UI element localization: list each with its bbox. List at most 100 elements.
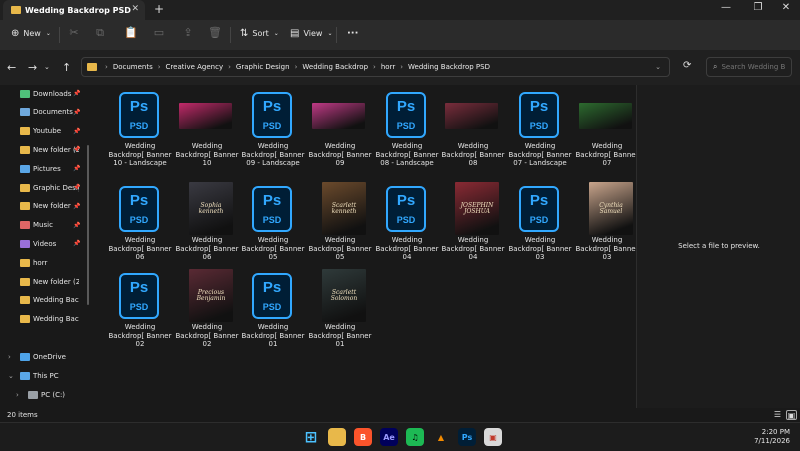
taskbar-spotify-icon[interactable]: ♫ (406, 428, 424, 446)
tab-wedding-backdrop-psd[interactable]: Wedding Backdrop PSD ✕ (3, 0, 145, 20)
clock-time: 2:20 PM (761, 428, 790, 436)
psd-file-item[interactable]: Ps PSD Wedding Backdrop[ Banner 06 (107, 182, 172, 268)
view-button[interactable]: ▤ View ⌄ (290, 28, 332, 39)
search-box[interactable]: ⌕ (706, 57, 792, 77)
sort-button[interactable]: ⇅ Sort ⌄ (240, 28, 279, 39)
image-file-item[interactable]: Scarlett Solomon Wedding Backdrop[ Banner… (307, 269, 372, 355)
image-file-item[interactable]: JOSEPHIN JOSHUA Wedding Backdrop[ Banner … (440, 182, 505, 268)
breadcrumb-horr[interactable]: horr (381, 63, 395, 71)
sidebar-item-videos[interactable]: Videos 📌 (0, 235, 90, 252)
sidebar-item-new-folder-2[interactable]: New folder (2) (0, 273, 90, 290)
image-file-item[interactable]: Wedding Backdrop[ Banner 10 (174, 88, 239, 174)
paste-icon[interactable]: 📋 (124, 26, 138, 40)
expand-chevron-icon[interactable]: ⌄ (8, 372, 14, 380)
new-tab-button[interactable]: + (154, 2, 164, 16)
chevron-down-icon[interactable]: ⌄ (655, 63, 661, 71)
sidebar-item-wedding-backdrop[interactable]: Wedding Backdrop (0, 292, 90, 309)
sidebar-item-onedrive[interactable]: › OneDrive (0, 348, 90, 365)
ps-mark: Ps (396, 192, 416, 209)
image-thumbnail: Scarlett Solomon (322, 269, 366, 322)
large-icons-view-icon[interactable]: ▣ (786, 410, 797, 420)
image-file-item[interactable]: Wedding Backdrop[ Banner 08 (440, 88, 505, 174)
new-label: New (23, 29, 41, 38)
psd-file-item[interactable]: Ps PSD Wedding Backdrop[ Banner 07 - Lands… (507, 88, 572, 174)
sidebar-item-this-pc[interactable]: ⌄ This PC (0, 367, 90, 384)
taskbar-file-explorer-icon[interactable] (328, 428, 346, 446)
breadcrumb-separator-icon: › (294, 63, 298, 71)
back-arrow-icon[interactable]: ← (7, 61, 16, 74)
breadcrumb-separator-icon: › (228, 63, 231, 71)
breadcrumb-documents[interactable]: Documents (113, 63, 153, 71)
breadcrumb-creative-agency[interactable]: Creative Agency (166, 63, 224, 71)
sidebar-item-new-folder[interactable]: New folder 📌 (0, 198, 90, 215)
image-file-item[interactable]: Wedding Backdrop[ Banner 09 (307, 88, 372, 174)
sidebar-item-documents[interactable]: Documents 📌 (0, 104, 90, 121)
psd-file-item[interactable]: Ps PSD Wedding Backdrop[ Banner 10 - Lands… (107, 88, 172, 174)
breadcrumb-graphic-design[interactable]: Graphic Design (236, 63, 290, 71)
image-file-item[interactable]: Cynthia Samuel Wedding Backdrop[ Banner 0… (574, 182, 639, 268)
taskbar-after-effects-icon[interactable]: Ae (380, 428, 398, 446)
taskbar-vlc-icon[interactable]: ▲ (432, 428, 450, 446)
rename-icon[interactable]: ▭ (152, 26, 166, 40)
expand-chevron-icon[interactable]: › (16, 391, 19, 399)
photoshop-file-icon: Ps PSD (252, 273, 292, 319)
maximize-button[interactable]: ❐ (748, 2, 768, 13)
refresh-icon[interactable]: ⟳ (683, 60, 691, 71)
new-button[interactable]: ⊕ New ⌄ (11, 28, 51, 39)
clock[interactable]: 2:20 PM 7/11/2026 (754, 428, 790, 446)
sidebar-item-horr[interactable]: horr (0, 254, 90, 271)
psd-file-item[interactable]: Ps PSD Wedding Backdrop[ Banner 03 (507, 182, 572, 268)
copy-icon[interactable]: ⧉ (93, 26, 107, 40)
cut-icon[interactable]: ✂ (67, 26, 81, 40)
pin-icon: 📌 (73, 90, 81, 97)
minimize-button[interactable]: — (716, 2, 736, 13)
psd-file-item[interactable]: Ps PSD Wedding Backdrop[ Banner 02 (107, 269, 172, 355)
image-thumbnail: Cynthia Samuel (589, 182, 633, 235)
photoshop-file-icon: Ps PSD (519, 92, 559, 138)
sidebar-item-graphic-design[interactable]: Graphic Design📌 (0, 179, 90, 196)
sidebar-item-wedding-backdrop[interactable]: Wedding Backdrop (0, 311, 90, 328)
sidebar-item-pc-drive[interactable]: › PC (C:) (0, 386, 90, 403)
search-input[interactable] (721, 63, 786, 71)
psd-file-item[interactable]: Ps PSD Wedding Backdrop[ Banner 09 - Lands… (240, 88, 305, 174)
taskbar-photoshop-icon[interactable]: Ps (458, 428, 476, 446)
share-icon[interactable]: ⇪ (181, 26, 195, 40)
folder-icon (20, 202, 30, 211)
psd-file-item[interactable]: Ps PSD Wedding Backdrop[ Banner 04 (374, 182, 439, 268)
file-list: Ps PSD Wedding Backdrop[ Banner 10 - Lands… (93, 85, 639, 408)
image-file-item[interactable]: Precious Benjamin Wedding Backdrop[ Banne… (174, 269, 239, 355)
close-tab-icon[interactable]: ✕ (131, 4, 139, 14)
details-view-icon[interactable]: ☰ (772, 410, 783, 420)
sidebar-item-music[interactable]: Music 📌 (0, 217, 90, 234)
more-options-button[interactable]: ··· (347, 28, 358, 39)
psd-file-item[interactable]: Ps PSD Wedding Backdrop[ Banner 08 - Lands… (374, 88, 439, 174)
sort-label: Sort (252, 29, 269, 38)
sidebar-item-new-folder-2[interactable]: New folder (2) 📌 (0, 141, 90, 158)
taskbar-windows-start-icon[interactable]: ⊞ (302, 428, 320, 446)
psd-file-item[interactable]: Ps PSD Wedding Backdrop[ Banner 01 (240, 269, 305, 355)
address-bar[interactable]: › Documents › Creative Agency › Graphic … (81, 57, 670, 77)
image-file-item[interactable]: Wedding Backdrop[ Banner 07 (574, 88, 639, 174)
sidebar-item-youtube[interactable]: Youtube 📌 (0, 123, 90, 140)
recent-chevron-icon[interactable]: ⌄ (44, 63, 50, 71)
psd-file-item[interactable]: Ps PSD Wedding Backdrop[ Banner 05 (240, 182, 305, 268)
breadcrumb-wedding-backdrop-psd[interactable]: Wedding Backdrop PSD (408, 63, 490, 71)
image-file-item[interactable]: Scarlett kenneth Wedding Backdrop[ Banner… (307, 182, 372, 268)
thumbnail-caption: Scarlett Solomon (330, 289, 358, 303)
up-arrow-icon[interactable]: ↑ (62, 61, 71, 74)
breadcrumb-wedding-backdrop[interactable]: Wedding Backdrop (302, 63, 368, 71)
sidebar-item-downloads[interactable]: Downloads 📌 (0, 85, 90, 102)
photoshop-file-icon: Ps PSD (119, 92, 159, 138)
forward-arrow-icon[interactable]: → (28, 61, 37, 74)
preview-pane: Select a file to preview. (636, 85, 800, 408)
close-window-button[interactable]: ✕ (776, 2, 796, 13)
sidebar-item-pictures[interactable]: Pictures 📌 (0, 160, 90, 177)
taskbar-image-viewer-icon[interactable]: ▣ (484, 428, 502, 446)
image-file-item[interactable]: Sophia kenneth Wedding Backdrop[ Banner 0… (174, 182, 239, 268)
plus-circle-icon: ⊕ (11, 28, 20, 39)
delete-icon[interactable]: 🗑 (208, 26, 222, 40)
chevron-down-icon: ⌄ (273, 30, 279, 37)
taskbar-brave-icon[interactable]: B (354, 428, 372, 446)
expand-chevron-icon[interactable]: › (8, 353, 11, 361)
file-name: Wedding Backdrop[ Banner 03 (508, 236, 572, 261)
